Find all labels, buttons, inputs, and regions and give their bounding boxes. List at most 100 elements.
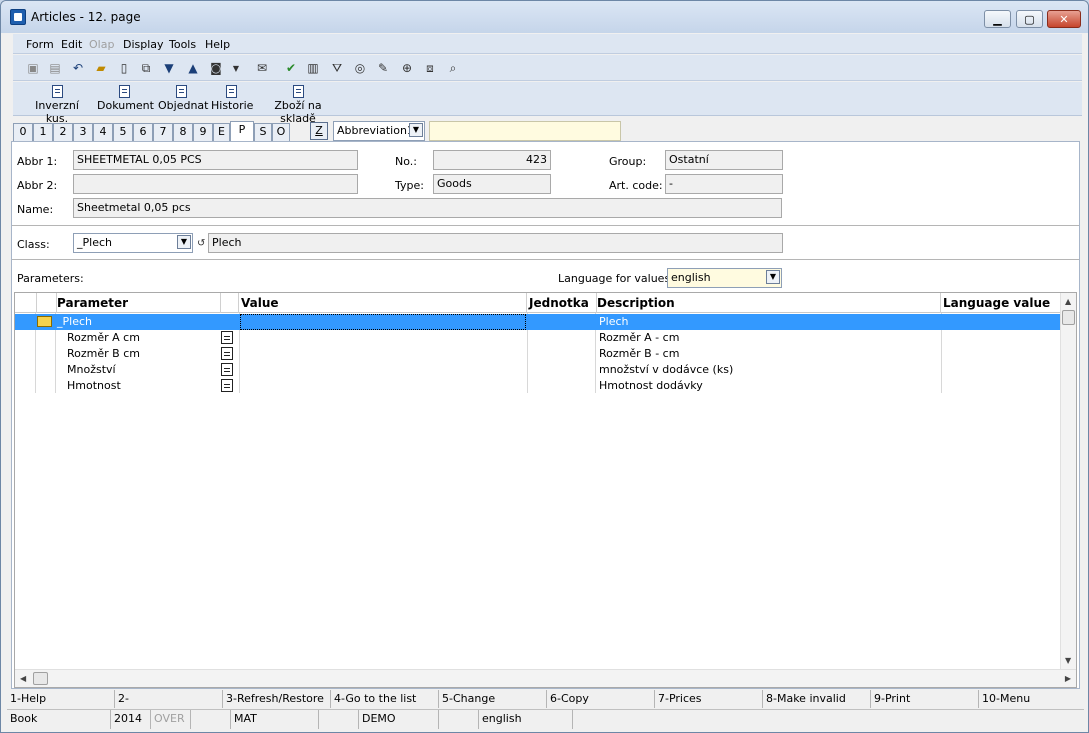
tab-5[interactable]: 5 [113, 123, 133, 141]
abbr2-label: Abbr 2: [17, 179, 58, 192]
table-row[interactable]: Množství množství v dodávce (ks) [15, 362, 1061, 378]
scroll-right-icon[interactable]: ▶ [1065, 674, 1071, 683]
maximize-button[interactable]: ▢ [1016, 10, 1043, 28]
chevron-down-icon: ▼ [766, 270, 780, 284]
note-icon[interactable] [221, 347, 233, 360]
checkmark-icon[interactable]: ✔ [283, 60, 299, 76]
type-field[interactable]: Goods [433, 174, 551, 194]
arrow-up-icon[interactable]: ▲ [185, 60, 201, 76]
tab-2[interactable]: 2 [53, 123, 73, 141]
header-description[interactable]: Description [595, 293, 941, 313]
tab-1[interactable]: 1 [33, 123, 53, 141]
scroll-thumb[interactable] [1062, 310, 1075, 325]
menu-form[interactable]: Form [26, 38, 54, 51]
sort-z-button[interactable]: Z [310, 122, 328, 140]
document-icon [175, 85, 187, 98]
close-button[interactable]: ✕ [1047, 10, 1081, 28]
note-icon[interactable] [221, 379, 233, 392]
tab-p[interactable]: P [230, 121, 254, 142]
tab-e[interactable]: E [213, 123, 230, 141]
tab-3[interactable]: 3 [73, 123, 93, 141]
no-field[interactable]: 423 [433, 150, 551, 170]
inverse-piece-button[interactable]: Inverzní kus. [25, 85, 89, 125]
tab-4[interactable]: 4 [93, 123, 113, 141]
f4-go-to-list-button[interactable]: 4-Go to the list [331, 690, 439, 708]
grid-header: Parameter Value Jednotka Description Lan… [15, 293, 1061, 313]
table-row[interactable]: _Plech Plech [15, 314, 1061, 330]
cell-description: Plech [599, 315, 629, 328]
filter-icon[interactable]: ⛛ [329, 60, 345, 76]
scroll-left-icon[interactable]: ◀ [20, 674, 26, 683]
f9-print-button[interactable]: 9-Print [871, 690, 979, 708]
note-icon[interactable] [221, 363, 233, 376]
vertical-scrollbar[interactable]: ▲ ▼ [1060, 293, 1076, 669]
menu-edit[interactable]: Edit [61, 38, 82, 51]
language-select[interactable]: english ▼ [667, 268, 782, 288]
tab-7[interactable]: 7 [153, 123, 173, 141]
scroll-up-icon[interactable]: ▲ [1065, 297, 1071, 306]
menu-tools[interactable]: Tools [169, 38, 196, 51]
goods-in-stock-button[interactable]: Zboží na skladě [258, 85, 338, 125]
document-button[interactable]: Dokument [97, 85, 154, 115]
cell-value-editor[interactable] [240, 314, 526, 330]
find-replace-icon[interactable]: ⊕ [399, 60, 415, 76]
name-field[interactable]: Sheetmetal 0,05 pcs [73, 198, 782, 218]
tab-s[interactable]: S [254, 123, 272, 141]
f2-button[interactable]: 2- [115, 690, 223, 708]
arrow-down-icon[interactable]: ▼ [161, 60, 177, 76]
order-button[interactable]: Objednat [158, 85, 208, 115]
header-value[interactable]: Value [239, 293, 527, 313]
header-parameter[interactable]: Parameter [55, 293, 221, 313]
copy-document-icon[interactable]: ⧉ [138, 60, 154, 76]
f7-prices-button[interactable]: 7-Prices [655, 690, 763, 708]
history-button[interactable]: Historie [211, 85, 253, 115]
new-document-icon[interactable]: ▯ [116, 60, 132, 76]
horizontal-scrollbar[interactable]: ◀ ▶ [15, 669, 1076, 687]
f5-change-button[interactable]: 5-Change [439, 690, 547, 708]
open-folder-icon[interactable]: ▰ [93, 60, 109, 76]
minimize-button[interactable]: ▁ [984, 10, 1011, 28]
tab-8[interactable]: 8 [173, 123, 193, 141]
book-icon[interactable]: ▥ [305, 60, 321, 76]
close-icon: ✕ [1059, 12, 1069, 26]
tab-o[interactable]: O [272, 123, 290, 141]
menu-help[interactable]: Help [205, 38, 230, 51]
tab-6[interactable]: 6 [133, 123, 153, 141]
note-icon[interactable] [221, 331, 233, 344]
f3-refresh-button[interactable]: 3-Refresh/Restore [223, 690, 331, 708]
group-field[interactable]: Ostatní [665, 150, 783, 170]
search-filter-icon[interactable]: ⌕ [445, 60, 461, 76]
mail-icon[interactable]: ✉ [254, 60, 270, 76]
table-row[interactable]: Rozměr A cm Rozměr A - cm [15, 330, 1061, 346]
menu-olap[interactable]: Olap [89, 38, 114, 51]
status-language: english [479, 710, 573, 729]
menu-display[interactable]: Display [123, 38, 164, 51]
tab-9[interactable]: 9 [193, 123, 213, 141]
class-select[interactable]: _Plech ▼ [73, 233, 193, 253]
header-language-value[interactable]: Language value [941, 293, 1061, 313]
abbr1-field[interactable]: SHEETMETAL 0,05 PCS [73, 150, 358, 170]
scroll-down-icon[interactable]: ▼ [1065, 656, 1071, 665]
table-row[interactable]: Hmotnost Hmotnost dodávky [15, 378, 1061, 394]
tab-0[interactable]: 0 [13, 123, 33, 141]
edit-note-icon[interactable]: ✎ [375, 60, 391, 76]
save-icon[interactable]: ▣ [25, 60, 41, 76]
art-code-field[interactable]: - [665, 174, 783, 194]
quick-search-input[interactable] [429, 121, 621, 141]
filter-document-icon[interactable]: ⧈ [422, 60, 438, 76]
scroll-thumb[interactable] [33, 672, 48, 685]
f8-make-invalid-button[interactable]: 8-Make invalid [763, 690, 871, 708]
save-as-icon[interactable]: ▤ [47, 60, 63, 76]
sort-field-select[interactable]: Abbreviation1 ▼ [333, 121, 425, 141]
history-icon[interactable]: ↺ [197, 238, 205, 249]
table-row[interactable]: Rozměr B cm Rozměr B - cm [15, 346, 1061, 362]
abbr2-field[interactable] [73, 174, 358, 194]
f6-copy-button[interactable]: 6-Copy [547, 690, 655, 708]
camera-icon[interactable]: ◙ [208, 60, 224, 76]
f10-menu-button[interactable]: 10-Menu [979, 690, 1084, 708]
chevron-down-icon[interactable]: ▼ [228, 60, 244, 76]
header-unit[interactable]: Jednotka [527, 293, 597, 313]
f1-help-button[interactable]: 1-Help [7, 690, 115, 708]
undo-icon[interactable]: ↶ [70, 60, 86, 76]
binoculars-icon[interactable]: ◎ [352, 60, 368, 76]
